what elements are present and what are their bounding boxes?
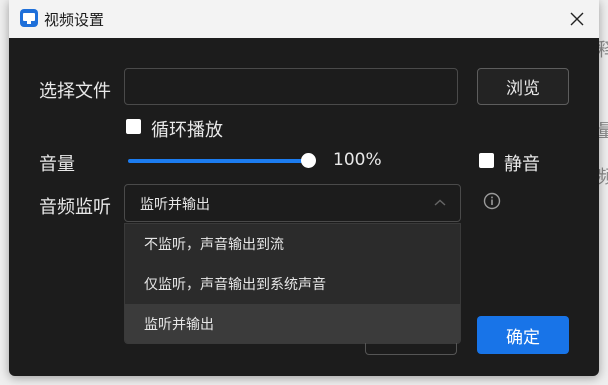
loop-label: 循环播放: [151, 120, 223, 141]
close-icon: [570, 12, 584, 26]
volume-label: 音量: [39, 154, 75, 175]
file-label: 选择文件: [39, 81, 111, 102]
video-settings-dialog: 视频设置 选择文件 浏览 循环播放 音量 100% 静音 音频监听 监听并输出 …: [9, 0, 599, 376]
window-title: 视频设置: [44, 11, 105, 29]
video-app-icon: [20, 9, 38, 27]
option-label: 仅监听，声音输出到系统声音: [144, 277, 326, 293]
loop-checkbox[interactable]: [126, 119, 141, 134]
audio-monitor-dropdown: 不监听，声音输出到流 仅监听，声音输出到系统声音 监听并输出: [124, 223, 461, 344]
dropdown-option-monitor-only[interactable]: 仅监听，声音输出到系统声音: [125, 264, 460, 304]
browse-button[interactable]: 浏览: [477, 68, 569, 105]
audio-monitor-select[interactable]: 监听并输出: [124, 184, 461, 222]
audio-monitor-label: 音频监听: [39, 197, 111, 218]
volume-value: 100%: [333, 150, 382, 170]
ok-button[interactable]: 确定: [477, 316, 569, 354]
volume-slider-thumb[interactable]: [301, 153, 316, 168]
title-bar: 视频设置: [9, 0, 599, 38]
chevron-up-icon: [434, 199, 446, 206]
file-path-input[interactable]: [124, 68, 458, 105]
option-label: 监听并输出: [144, 317, 214, 333]
dropdown-option-no-monitor[interactable]: 不监听，声音输出到流: [125, 224, 460, 264]
close-button[interactable]: [559, 4, 595, 34]
audio-monitor-selected-value: 监听并输出: [140, 197, 210, 213]
mute-checkbox[interactable]: [479, 153, 494, 168]
mute-label: 静音: [504, 154, 540, 175]
option-label: 不监听，声音输出到流: [144, 237, 284, 253]
volume-slider-track[interactable]: [128, 159, 309, 163]
dropdown-option-monitor-and-output[interactable]: 监听并输出: [125, 304, 460, 343]
cancel-button[interactable]: [365, 343, 457, 355]
info-icon[interactable]: [483, 192, 501, 210]
